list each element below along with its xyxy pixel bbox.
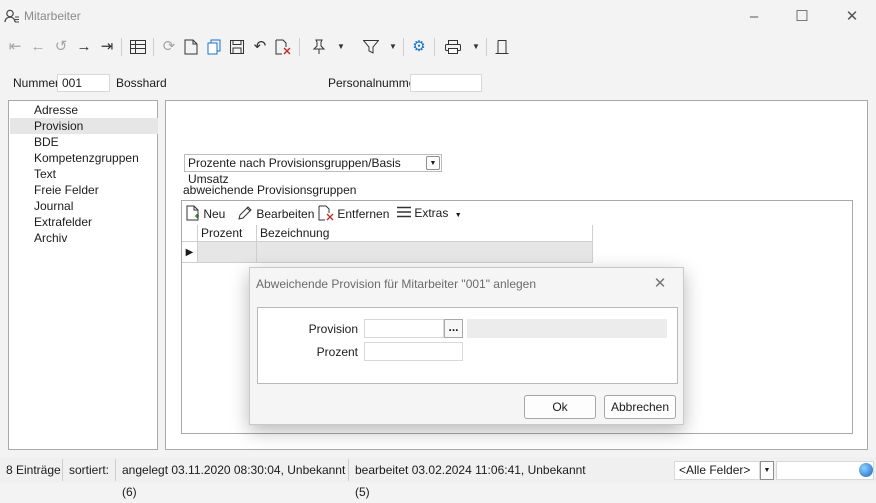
- cancel-button[interactable]: Abbrechen: [604, 395, 676, 419]
- toolbar-separator: [434, 38, 435, 56]
- nummer-field[interactable]: 001: [57, 74, 110, 92]
- pencil-icon: [238, 206, 252, 220]
- provision-field[interactable]: [364, 319, 444, 338]
- minimize-button[interactable]: –: [740, 6, 768, 28]
- toolbar-separator: [153, 38, 154, 56]
- pin-icon[interactable]: [308, 36, 330, 58]
- provision-description-field: [467, 319, 667, 338]
- edit-button[interactable]: Bearbeiten: [237, 205, 314, 221]
- toolbar-separator: [403, 38, 404, 56]
- field-filter-dropdown[interactable]: ▼: [760, 461, 774, 480]
- sidebar-nav: Adresse Provision BDE Kompetenzgruppen T…: [8, 100, 158, 450]
- provision-lookup-button[interactable]: ...: [444, 319, 463, 338]
- field-filter-value: <Alle Felder>: [679, 463, 751, 477]
- remove-label: Entfernen: [337, 207, 390, 221]
- provision-label: Provision: [308, 322, 358, 336]
- print-icon[interactable]: [442, 36, 464, 58]
- globe-search-icon[interactable]: [859, 463, 873, 477]
- field-filter-select[interactable]: <Alle Felder>: [674, 461, 760, 480]
- filter-icon[interactable]: [360, 36, 382, 58]
- row-header-corner: [182, 225, 198, 242]
- status-created: angelegt 03.11.2020 08:30:04, Unbekannt …: [116, 459, 349, 499]
- bookmark-icon[interactable]: [491, 36, 513, 58]
- prozent-field[interactable]: [364, 342, 463, 361]
- table-view-icon[interactable]: [127, 36, 149, 58]
- dialog-fields-box: Provision ... Prozent: [257, 307, 678, 384]
- edit-label: Bearbeiten: [256, 207, 315, 221]
- chevron-down-icon: ▼: [454, 212, 462, 219]
- chevron-down-icon[interactable]: ▼: [426, 156, 440, 170]
- sidebar-item-adresse[interactable]: Adresse: [10, 102, 158, 118]
- new-label: Neu: [203, 207, 226, 221]
- sidebar-item-text[interactable]: Text: [10, 166, 158, 182]
- pin-dropdown-icon[interactable]: ▼: [337, 36, 347, 58]
- personalnummer-label: Personalnummer: [328, 76, 420, 90]
- dialog-title: Abweichende Provision für Mitarbeiter "0…: [256, 277, 537, 291]
- window-title: Mitarbeiter: [24, 9, 81, 23]
- previous-record-icon[interactable]: ←: [27, 36, 49, 58]
- toolbar-separator: [486, 38, 487, 56]
- last-record-icon[interactable]: ⇥: [96, 36, 118, 58]
- close-button[interactable]: ✕: [838, 6, 866, 28]
- extras-menu[interactable]: Extras ▼: [397, 205, 462, 221]
- new-document-icon[interactable]: [180, 36, 202, 58]
- nummer-label: Nummer: [13, 76, 60, 90]
- personalnummer-field[interactable]: [410, 74, 482, 92]
- new-document-icon: [186, 205, 199, 221]
- first-record-icon[interactable]: ⇤: [4, 36, 26, 58]
- status-edited: bearbeitet 03.02.2024 11:06:41, Unbekann…: [355, 463, 586, 499]
- undo-icon[interactable]: ↶: [249, 36, 271, 58]
- settings-icon[interactable]: ⚙: [408, 36, 430, 58]
- status-count: 8 Einträge: [0, 459, 63, 481]
- close-icon[interactable]: ✕: [650, 274, 670, 294]
- sidebar-item-journal[interactable]: Journal: [10, 198, 158, 214]
- copy-icon[interactable]: [203, 36, 225, 58]
- ok-button[interactable]: Ok: [524, 395, 596, 419]
- delete-document-icon[interactable]: [272, 36, 294, 58]
- table-row-cell[interactable]: [257, 242, 593, 263]
- delete-document-icon: [318, 205, 334, 221]
- new-button[interactable]: Neu: [186, 205, 225, 221]
- row-indicator: ▶: [182, 242, 198, 263]
- toolbar-separator: [299, 38, 300, 56]
- status-sorted: sortiert:: [63, 459, 116, 481]
- sidebar-item-provision[interactable]: Provision: [10, 118, 158, 134]
- sidebar-item-freie-felder[interactable]: Freie Felder: [10, 182, 158, 198]
- app-user-icon: [4, 9, 20, 23]
- add-provision-dialog: Abweichende Provision für Mitarbeiter "0…: [249, 267, 684, 425]
- grid-toolbar: Neu Bearbeiten Entfernen Extras ▼: [181, 200, 853, 225]
- prozent-label: Prozent: [316, 345, 358, 359]
- refresh-icon[interactable]: ⟳: [158, 36, 180, 58]
- save-icon[interactable]: [226, 36, 248, 58]
- section-label: abweichende Provisionsgruppen: [183, 183, 357, 197]
- maximize-button[interactable]: ☐: [788, 6, 816, 28]
- column-header-prozent[interactable]: Prozent: [198, 225, 257, 242]
- remove-button[interactable]: Entfernen: [318, 205, 389, 221]
- sidebar-item-extrafelder[interactable]: Extrafelder: [10, 214, 158, 230]
- toolbar-separator: [121, 38, 122, 56]
- hamburger-icon: [397, 206, 411, 218]
- sidebar-item-archiv[interactable]: Archiv: [10, 230, 158, 246]
- column-header-bezeichnung[interactable]: Bezeichnung: [257, 225, 593, 242]
- sidebar-item-kompetenzgruppen[interactable]: Kompetenzgruppen: [10, 150, 158, 166]
- table-row[interactable]: [198, 242, 257, 263]
- sidebar-item-bde[interactable]: BDE: [10, 134, 158, 150]
- history-icon[interactable]: ↺: [50, 36, 72, 58]
- provision-mode-select[interactable]: Prozente nach Provisionsgruppen/Basis Um…: [184, 154, 442, 186]
- next-record-icon[interactable]: →: [73, 36, 95, 58]
- filter-dropdown-icon[interactable]: ▼: [389, 36, 399, 58]
- extras-label: Extras: [414, 206, 449, 220]
- print-dropdown-icon[interactable]: ▼: [472, 36, 482, 58]
- employee-name: Bosshard: [116, 76, 167, 90]
